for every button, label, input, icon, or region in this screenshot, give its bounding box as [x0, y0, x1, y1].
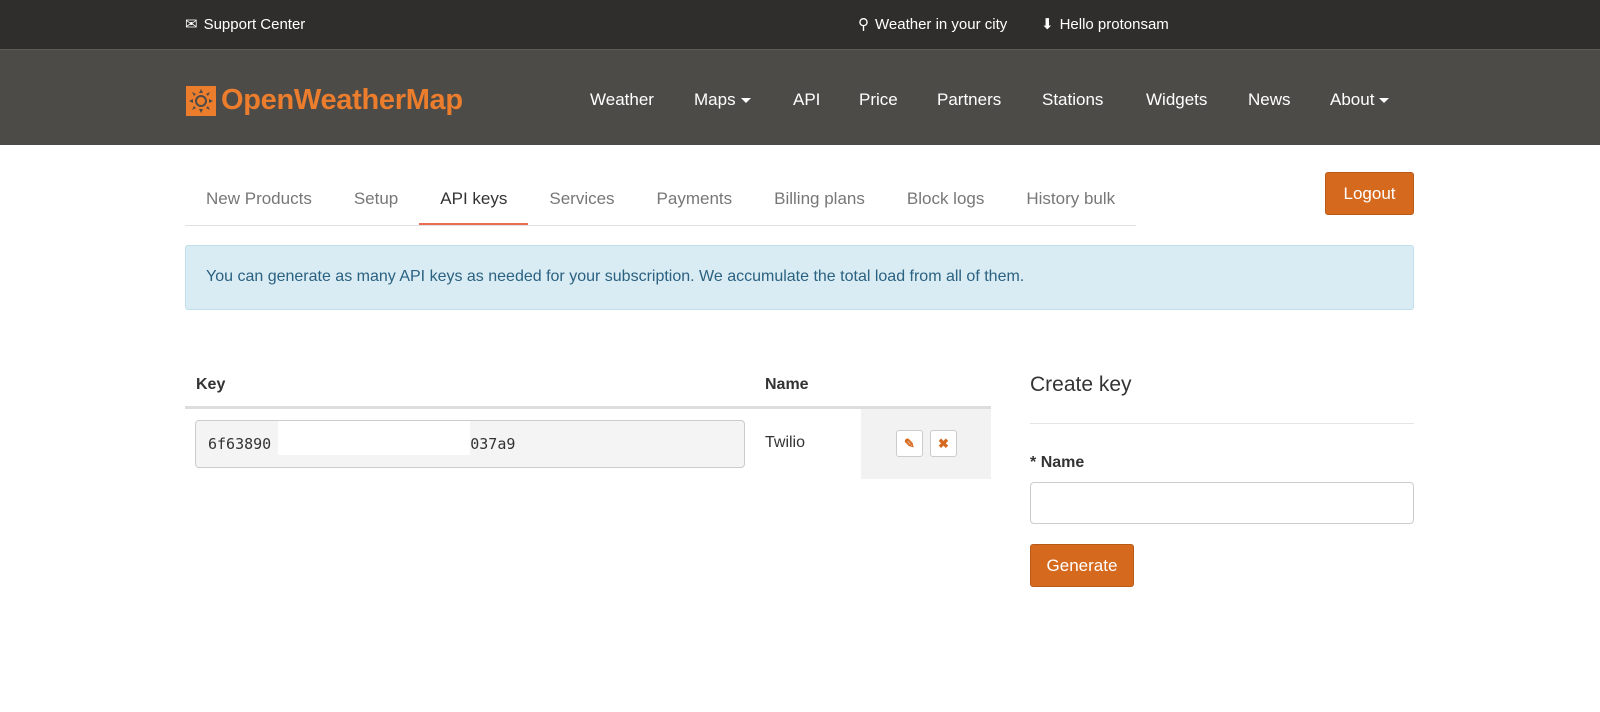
delete-key-button[interactable]: ✖	[930, 430, 957, 457]
caret-down-icon	[1379, 97, 1390, 103]
name-label: * Name	[1030, 454, 1084, 472]
edit-icon: ✎	[904, 435, 915, 451]
nav-partners[interactable]: Partners	[937, 90, 1001, 110]
api-key-name: Twilio	[765, 434, 806, 451]
weather-city-link[interactable]: ⚲ Weather in your city	[858, 15, 1008, 34]
create-key-title: Create key	[1030, 373, 1132, 396]
nav-about[interactable]: About	[1330, 90, 1390, 110]
nav-maps[interactable]: Maps	[694, 90, 751, 110]
nav-api[interactable]: API	[793, 90, 820, 110]
logo[interactable]: OpenWeatherMap	[186, 84, 463, 117]
name-label-text: Name	[1040, 454, 1085, 471]
generate-button[interactable]: Generate	[1030, 544, 1134, 587]
nav-weather[interactable]: Weather	[590, 90, 654, 110]
sun-icon	[186, 85, 216, 116]
required-mark: *	[1030, 454, 1037, 471]
tab-history-bulk[interactable]: History bulk	[1005, 175, 1136, 225]
tab-block-logs[interactable]: Block logs	[886, 175, 1005, 225]
nav-label: Widgets	[1146, 90, 1208, 109]
user-menu[interactable]: ⬇ Hello protonsam	[1041, 15, 1169, 34]
top-bar: ✉ Support Center ⚲ Weather in your city …	[0, 0, 1600, 49]
weather-city-label: Weather in your city	[875, 15, 1008, 33]
key-column-header: Key	[196, 376, 226, 393]
name-column-header: Name	[765, 376, 809, 393]
close-icon: ✖	[938, 435, 949, 451]
nav-label: Partners	[937, 90, 1002, 109]
logo-text: OpenWeatherMap	[221, 84, 463, 116]
envelope-icon: ✉	[185, 16, 198, 33]
tab-new-products[interactable]: New Products	[185, 175, 333, 225]
redaction-box	[278, 421, 470, 455]
nav-label: Price	[859, 90, 898, 109]
nav-label: API	[793, 90, 821, 109]
tab-payments[interactable]: Payments	[636, 175, 754, 225]
api-key-prefix: 6f63890	[208, 435, 272, 453]
info-alert: You can generate as many API keys as nee…	[185, 245, 1414, 310]
tab-setup[interactable]: Setup	[333, 175, 419, 225]
logout-button[interactable]: Logout	[1325, 172, 1414, 215]
download-circle-icon: ⬇	[1041, 16, 1054, 33]
row-actions: ✎ ✖	[861, 409, 991, 479]
search-icon: ⚲	[858, 16, 869, 33]
user-greeting: Hello protonsam	[1059, 15, 1169, 33]
key-name-input[interactable]	[1030, 482, 1414, 524]
nav-stations[interactable]: Stations	[1042, 90, 1103, 110]
nav-label: Stations	[1042, 90, 1104, 109]
edit-key-button[interactable]: ✎	[896, 430, 923, 457]
nav-label: News	[1248, 90, 1291, 109]
nav-news[interactable]: News	[1248, 90, 1291, 110]
create-key-divider	[1030, 423, 1414, 424]
nav-label: About	[1330, 90, 1375, 109]
caret-down-icon	[740, 97, 751, 103]
account-tabs: New Products Setup API keys Services Pay…	[185, 175, 1137, 226]
support-center-link[interactable]: ✉ Support Center	[185, 15, 306, 34]
main-navbar: OpenWeatherMap Weather Maps API Price Pa…	[0, 49, 1600, 145]
nav-label: Weather	[590, 90, 654, 109]
nav-label: Maps	[694, 90, 736, 109]
support-label: Support Center	[203, 15, 306, 33]
nav-price[interactable]: Price	[859, 90, 898, 110]
tab-api-keys[interactable]: API keys	[419, 175, 529, 225]
nav-widgets[interactable]: Widgets	[1146, 90, 1207, 110]
tab-services[interactable]: Services	[528, 175, 635, 225]
tab-billing-plans[interactable]: Billing plans	[753, 175, 886, 225]
